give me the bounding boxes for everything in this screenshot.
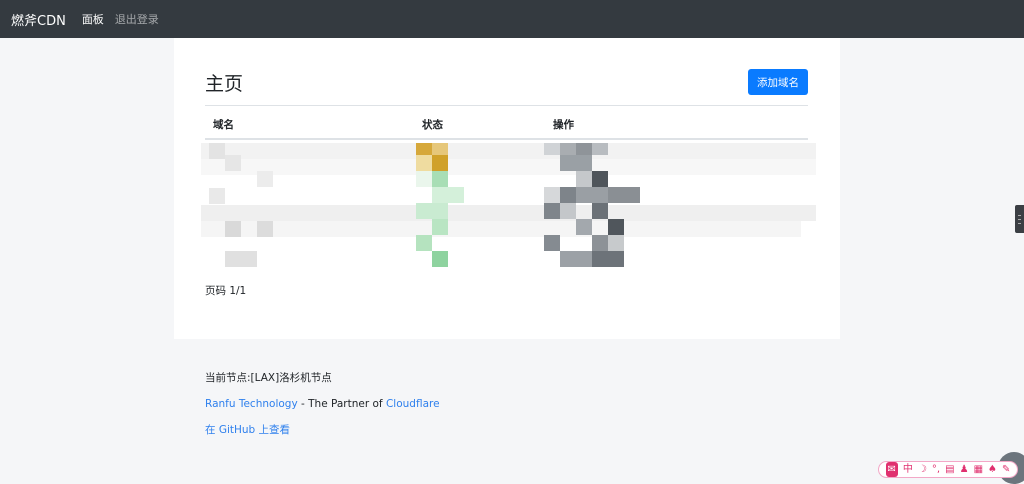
- column-header-status: 状态: [422, 119, 443, 131]
- keyboard-icon[interactable]: ▤: [945, 462, 954, 477]
- github-link[interactable]: 在 GitHub 上查看: [205, 424, 290, 436]
- divider: [205, 105, 808, 106]
- table-row: [201, 143, 816, 159]
- top-navbar: 燃斧CDN 面板 退出登录: [0, 0, 1024, 38]
- grid-icon[interactable]: ▦: [974, 462, 983, 477]
- main-card: 主页 添加域名 域名 状态 操作 页码 1/1: [174, 38, 840, 339]
- pagination-label: 页码 1/1: [205, 285, 247, 297]
- user-icon[interactable]: ♟: [960, 462, 969, 477]
- moon-icon[interactable]: ☽: [918, 462, 927, 477]
- nav-logout[interactable]: 退出登录: [115, 11, 159, 27]
- table-header-divider: [205, 138, 808, 140]
- table-row: [201, 159, 816, 175]
- ime-toolbar[interactable]: ✉ 中 ☽ °, ▤ ♟ ▦ ♠ ✎: [878, 461, 1018, 478]
- cloudflare-link[interactable]: Cloudflare: [386, 398, 440, 410]
- table-row: [201, 221, 801, 237]
- current-node-text: 当前节点:[LAX]洛杉机节点: [205, 372, 332, 384]
- column-header-actions: 操作: [553, 119, 574, 131]
- shirt-icon[interactable]: ♠: [988, 462, 997, 477]
- credits-line: Ranfu Technology - The Partner of Cloudf…: [205, 398, 440, 411]
- brand-logo[interactable]: 燃斧CDN: [11, 10, 66, 29]
- nav-dashboard[interactable]: 面板: [82, 11, 104, 27]
- partner-text: - The Partner of: [297, 398, 386, 410]
- ranfu-link[interactable]: Ranfu Technology: [205, 398, 298, 410]
- wrench-icon[interactable]: ✎: [1002, 462, 1010, 477]
- punctuation-icon[interactable]: °,: [932, 462, 940, 477]
- page-footer: 当前节点:[LAX]洛杉机节点 Ranfu Technology - The P…: [205, 372, 440, 450]
- page-title: 主页: [205, 73, 244, 95]
- add-domain-button[interactable]: 添加域名: [748, 69, 808, 95]
- column-header-domain: 域名: [213, 119, 234, 131]
- ime-chinese-toggle[interactable]: 中: [903, 462, 913, 477]
- table-row: [201, 205, 816, 221]
- ime-mode-icon[interactable]: ✉: [885, 462, 898, 477]
- scroll-handle-icon[interactable]: [1015, 205, 1024, 233]
